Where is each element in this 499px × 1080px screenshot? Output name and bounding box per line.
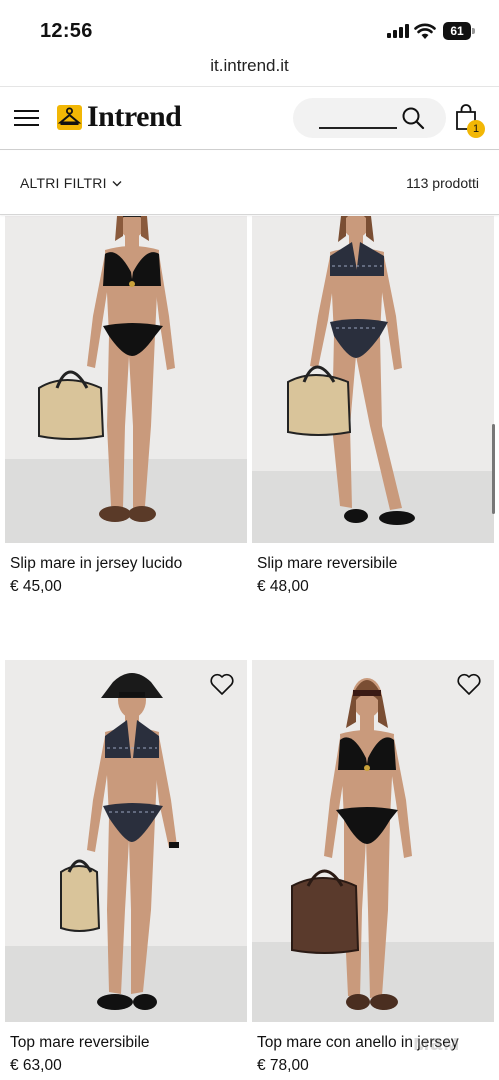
cart-button[interactable]: 1 xyxy=(453,104,485,138)
model-figure xyxy=(287,216,415,525)
product-price: € 63,00 xyxy=(10,1057,62,1074)
model-figure xyxy=(38,216,175,522)
model-figure xyxy=(291,678,412,1010)
search-input[interactable] xyxy=(293,98,446,138)
product-image[interactable] xyxy=(252,660,494,1022)
brand-name: Intrend xyxy=(87,100,182,133)
product-name[interactable]: Slip mare in jersey lucido xyxy=(10,555,182,573)
status-bar: 12:56 61 xyxy=(0,0,499,52)
site-header: Intrend 1 xyxy=(0,86,499,150)
watermark: мам xyxy=(413,1030,461,1055)
battery-icon: 61 xyxy=(443,22,475,40)
url-bar[interactable]: it.intrend.it xyxy=(0,56,499,82)
model-figure xyxy=(60,673,179,1010)
product-grid: Slip mare in jersey lucido € 45,00 Slip … xyxy=(0,216,499,1080)
menu-icon[interactable] xyxy=(14,108,40,128)
product-price: € 45,00 xyxy=(10,578,62,595)
search-icon[interactable] xyxy=(401,106,425,130)
product-card[interactable]: Top mare reversibile € 63,00 xyxy=(5,660,247,1080)
product-price: € 78,00 xyxy=(257,1057,309,1074)
product-image[interactable] xyxy=(5,660,247,1022)
product-count: 113 prodotti xyxy=(406,175,479,191)
product-card[interactable]: Slip mare reversibile € 48,00 xyxy=(252,216,494,616)
more-filters-button[interactable]: ALTRI FILTRI xyxy=(20,175,122,191)
product-card[interactable]: Slip mare in jersey lucido € 45,00 xyxy=(5,216,247,616)
wifi-icon xyxy=(414,23,436,39)
filter-bar: ALTRI FILTRI 113 prodotti xyxy=(0,151,499,215)
wishlist-heart-icon[interactable] xyxy=(456,672,482,696)
product-image[interactable] xyxy=(252,216,494,543)
status-time: 12:56 xyxy=(40,20,93,42)
cart-count-badge: 1 xyxy=(467,120,485,138)
chevron-down-icon xyxy=(112,180,122,186)
brand-logo[interactable]: Intrend xyxy=(57,100,182,133)
hanger-logo-icon xyxy=(57,104,82,130)
wishlist-heart-icon[interactable] xyxy=(209,672,235,696)
product-name[interactable]: Top mare reversibile xyxy=(10,1034,150,1052)
cellular-signal-icon xyxy=(387,24,409,38)
scrollbar[interactable] xyxy=(492,424,495,514)
product-card[interactable]: Top mare con anello in jersey € 78,00 xyxy=(252,660,494,1080)
more-filters-label: ALTRI FILTRI xyxy=(20,175,107,191)
battery-level: 61 xyxy=(443,22,471,40)
product-name[interactable]: Slip mare reversibile xyxy=(257,555,397,573)
product-price: € 48,00 xyxy=(257,578,309,595)
product-image[interactable] xyxy=(5,216,247,543)
